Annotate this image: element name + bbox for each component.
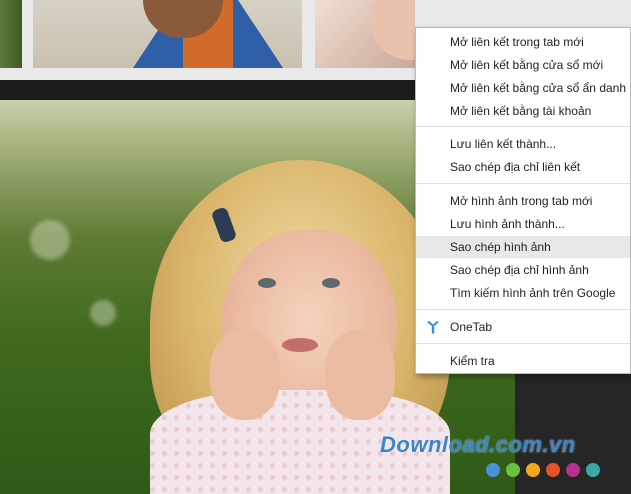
watermark-dot: [526, 463, 540, 477]
watermark-dot: [586, 463, 600, 477]
menu-item-open-link-new-window[interactable]: Mở liên kết bằng cửa sổ mới: [416, 54, 630, 76]
watermark-logo: Download.com.vn: [380, 432, 576, 457]
menu-item-open-image-new-tab[interactable]: Mở hình ảnh trong tab mới: [416, 190, 630, 212]
menu-item-open-link-incognito[interactable]: Mở liên kết bằng cửa sổ ẩn danh: [416, 77, 630, 99]
menu-item-inspect[interactable]: Kiểm tra: [416, 350, 630, 372]
menu-item-open-link-new-tab[interactable]: Mở liên kết trong tab mới: [416, 31, 630, 53]
thumbnail-image[interactable]: [33, 0, 302, 68]
menu-item-open-link-as-account[interactable]: Mở liên kết bằng tài khoản: [416, 100, 630, 122]
menu-item-copy-image[interactable]: Sao chép hình ảnh: [416, 236, 630, 258]
onetab-icon: [427, 321, 439, 334]
watermark-dot: [546, 463, 560, 477]
watermark-dots: [486, 463, 600, 477]
menu-separator: [416, 183, 630, 184]
thumbnail-image[interactable]: [0, 0, 22, 68]
menu-separator: [416, 343, 630, 344]
watermark-dot: [486, 463, 500, 477]
thumbnail-image[interactable]: [315, 0, 415, 68]
menu-separator: [416, 309, 630, 310]
menu-separator: [416, 126, 630, 127]
menu-item-copy-image-address[interactable]: Sao chép địa chỉ hình ảnh: [416, 259, 630, 281]
watermark-dot: [566, 463, 580, 477]
watermark-dot: [506, 463, 520, 477]
menu-item-save-image-as[interactable]: Lưu hình ảnh thành...: [416, 213, 630, 235]
context-menu: Mở liên kết trong tab mới Mở liên kết bằ…: [415, 27, 631, 374]
menu-item-save-link-as[interactable]: Lưu liên kết thành...: [416, 133, 630, 155]
menu-item-label: OneTab: [450, 320, 493, 334]
menu-item-onetab[interactable]: OneTab: [416, 316, 630, 338]
menu-item-search-image-google[interactable]: Tìm kiếm hình ảnh trên Google: [416, 282, 630, 304]
menu-item-copy-link-address[interactable]: Sao chép địa chỉ liên kết: [416, 156, 630, 178]
